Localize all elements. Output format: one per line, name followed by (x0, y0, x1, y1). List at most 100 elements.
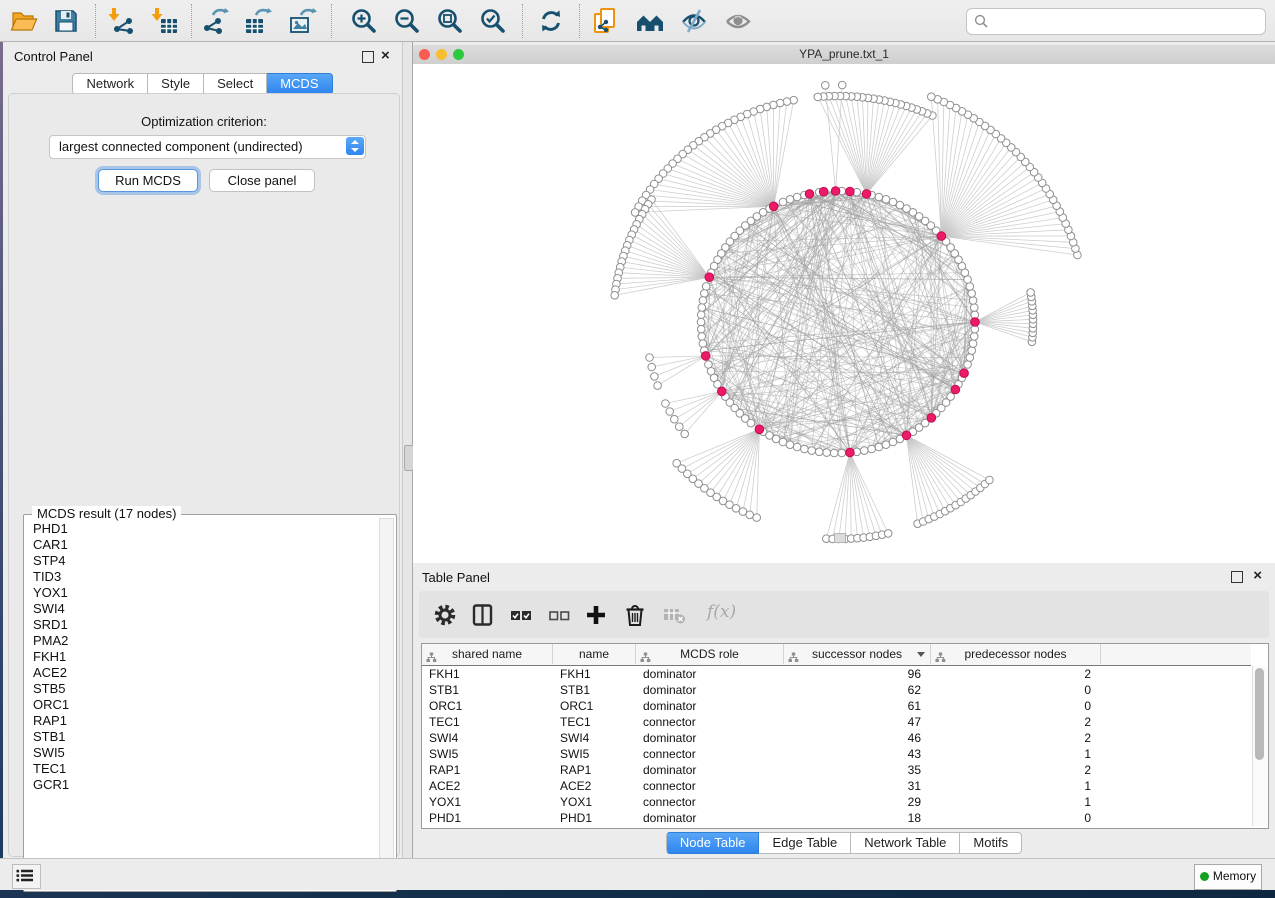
network-node[interactable] (790, 96, 798, 104)
network-node[interactable] (666, 408, 674, 416)
table-scrollbar[interactable] (1252, 666, 1267, 826)
network-graph[interactable] (413, 64, 1275, 563)
network-node[interactable] (823, 449, 831, 457)
network-node[interactable] (676, 423, 684, 431)
mcds-list-item[interactable]: TEC1 (25, 761, 377, 777)
table-row[interactable]: FKH1FKH1dominator962 (422, 666, 1251, 682)
mcds-list-item[interactable]: ORC1 (25, 697, 377, 713)
mcds-list-item[interactable]: ACE2 (25, 665, 377, 681)
network-node[interactable] (928, 93, 936, 101)
mcds-list-item[interactable]: PMA2 (25, 633, 377, 649)
network-node[interactable] (830, 449, 838, 457)
network-node[interactable] (968, 290, 976, 298)
mcds-list-item[interactable]: STP4 (25, 553, 377, 569)
tab-edge-table[interactable]: Edge Table (759, 832, 851, 854)
network-node[interactable] (875, 193, 883, 201)
network-node[interactable] (786, 196, 794, 204)
network-node[interactable] (793, 193, 801, 201)
optimization-criterion-select[interactable]: largest connected component (undirected) (49, 135, 366, 159)
table-row[interactable]: SWI5SWI5connector431 (422, 746, 1251, 762)
dominator-node[interactable] (960, 369, 969, 378)
delete-column-trash-icon[interactable] (623, 603, 647, 627)
mcds-list-item[interactable]: SRD1 (25, 617, 377, 633)
table-settings-gear-icon[interactable] (433, 603, 457, 627)
network-node[interactable] (986, 476, 994, 484)
mcds-list-item[interactable]: SWI5 (25, 745, 377, 761)
network-node[interactable] (697, 325, 705, 333)
network-node[interactable] (868, 445, 876, 453)
mcds-list-item[interactable]: PHD1 (25, 521, 377, 537)
network-node[interactable] (654, 382, 662, 390)
network-node[interactable] (779, 438, 787, 446)
zoom-fit-icon[interactable] (436, 7, 464, 35)
export-network-icon[interactable] (201, 7, 229, 35)
network-node[interactable] (786, 441, 794, 449)
scrollbar-thumb[interactable] (1255, 668, 1264, 760)
network-node[interactable] (838, 81, 846, 89)
close-panel-icon[interactable]: × (381, 47, 390, 65)
column-header-name[interactable]: name (553, 644, 636, 664)
dominator-node[interactable] (862, 190, 871, 199)
select-all-rows-icon[interactable] (509, 603, 533, 627)
dominator-node[interactable] (718, 387, 727, 396)
network-node[interactable] (698, 304, 706, 312)
search-input[interactable] (966, 8, 1266, 35)
dominator-node[interactable] (831, 187, 840, 196)
network-node[interactable] (970, 304, 978, 312)
mcds-list-scrollbar[interactable] (379, 518, 394, 886)
mcds-list-item[interactable]: RAP1 (25, 713, 377, 729)
network-node[interactable] (631, 209, 639, 217)
network-node[interactable] (747, 419, 755, 427)
network-node[interactable] (651, 373, 659, 381)
network-node[interactable] (838, 449, 846, 457)
horizontal-splitter-handle[interactable] (834, 533, 846, 543)
export-table-icon[interactable] (244, 7, 272, 35)
network-node[interactable] (969, 297, 977, 305)
mcds-list-item[interactable]: CAR1 (25, 537, 377, 553)
dominator-node[interactable] (819, 187, 828, 196)
network-node[interactable] (808, 447, 816, 455)
mcds-list-item[interactable]: FKH1 (25, 649, 377, 665)
dominator-node[interactable] (902, 431, 911, 440)
network-node[interactable] (966, 354, 974, 362)
hide-selected-eye-icon[interactable] (680, 7, 708, 35)
network-node[interactable] (697, 318, 705, 326)
dominator-node[interactable] (971, 318, 980, 327)
mcds-list-item[interactable]: SWI4 (25, 601, 377, 617)
table-row[interactable]: ORC1ORC1dominator610 (422, 698, 1251, 714)
network-node[interactable] (875, 443, 883, 451)
dominator-node[interactable] (701, 352, 710, 361)
table-row[interactable]: RAP1RAP1dominator352 (422, 762, 1251, 778)
network-node[interactable] (882, 196, 890, 204)
network-node[interactable] (702, 283, 710, 291)
apply-layout-refresh-icon[interactable] (537, 7, 565, 35)
import-table-icon[interactable] (150, 7, 178, 35)
table-row[interactable]: SWI4SWI4dominator462 (422, 730, 1251, 746)
mcds-list-item[interactable]: STB5 (25, 681, 377, 697)
network-canvas[interactable] (413, 64, 1275, 563)
tab-motifs[interactable]: Motifs (960, 832, 1022, 854)
network-node[interactable] (969, 340, 977, 348)
dominator-node[interactable] (769, 202, 778, 211)
tab-network-table[interactable]: Network Table (851, 832, 960, 854)
network-node[interactable] (882, 441, 890, 449)
float-panel-icon[interactable] (362, 51, 374, 63)
run-mcds-button[interactable]: Run MCDS (98, 169, 198, 192)
first-neighbors-houses-icon[interactable] (636, 7, 664, 35)
export-image-icon[interactable] (289, 7, 317, 35)
network-node[interactable] (699, 297, 707, 305)
dominator-node[interactable] (705, 273, 714, 282)
column-header-predecessor-nodes[interactable]: predecessor nodes (931, 644, 1101, 664)
function-builder-icon[interactable]: f(x) (707, 602, 736, 622)
table-row[interactable]: STB1STB1dominator620 (422, 682, 1251, 698)
network-node[interactable] (884, 530, 892, 538)
tab-style[interactable]: Style (148, 73, 204, 95)
dominator-node[interactable] (755, 425, 764, 434)
network-node[interactable] (753, 514, 761, 522)
mcds-list-item[interactable]: TID3 (25, 569, 377, 585)
show-all-eye-icon[interactable] (724, 7, 752, 35)
network-node[interactable] (697, 311, 705, 319)
mcds-list-item[interactable]: GCR1 (25, 777, 377, 793)
dominator-node[interactable] (937, 232, 946, 241)
import-network-icon[interactable] (107, 7, 135, 35)
